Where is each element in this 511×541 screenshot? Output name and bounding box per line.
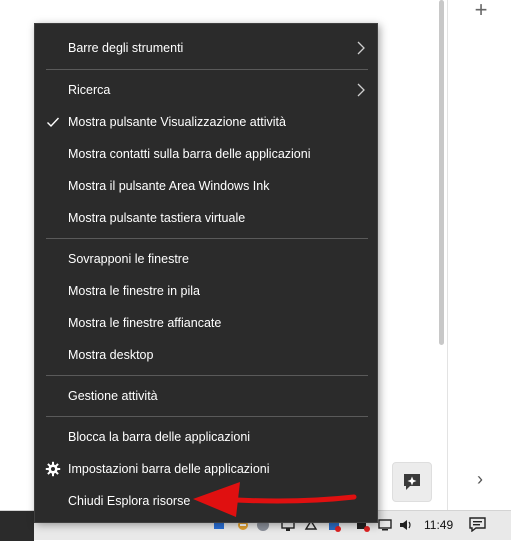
- menu-item-search[interactable]: Ricerca: [35, 74, 377, 106]
- menu-item-show-desktop[interactable]: Mostra desktop: [35, 339, 377, 371]
- menu-separator: [46, 416, 368, 417]
- menu-item-label: Mostra pulsante Visualizzazione attività: [68, 115, 286, 129]
- checkmark-icon: [47, 117, 60, 128]
- volume-icon[interactable]: [399, 518, 413, 532]
- plus-icon[interactable]: +: [470, 0, 492, 22]
- notification-center-icon[interactable]: [469, 517, 486, 532]
- menu-item-label: Sovrapponi le finestre: [68, 252, 189, 266]
- menu-separator: [46, 238, 368, 239]
- taskbar-clock[interactable]: 11:49: [424, 518, 453, 532]
- menu-item-label: Gestione attività: [68, 389, 158, 403]
- menu-item-stack-windows[interactable]: Mostra le finestre in pila: [35, 275, 377, 307]
- menu-item-label: Mostra contatti sulla barra delle applic…: [68, 147, 311, 161]
- menu-item-label: Mostra le finestre affiancate: [68, 316, 222, 330]
- menu-item-label: Blocca la barra delle applicazioni: [68, 430, 251, 444]
- sparkle-chat-icon: [404, 474, 420, 490]
- menu-item-contacts[interactable]: Mostra contatti sulla barra delle applic…: [35, 138, 377, 170]
- menu-item-windows-ink[interactable]: Mostra il pulsante Area Windows Ink: [35, 170, 377, 202]
- display-icon[interactable]: [378, 518, 392, 532]
- menu-item-label: Mostra desktop: [68, 348, 154, 362]
- menu-item-label: Impostazioni barra delle applicazioni: [68, 462, 270, 476]
- menu-item-label: Barre degli strumenti: [68, 41, 184, 55]
- menu-item-side-by-side[interactable]: Mostra le finestre affiancate: [35, 307, 377, 339]
- menu-item-label: Mostra il pulsante Area Windows Ink: [68, 179, 270, 193]
- menu-item-cascade-windows[interactable]: Sovrapponi le finestre: [35, 243, 377, 275]
- assist-button[interactable]: [392, 462, 432, 502]
- menu-item-label: Mostra le finestre in pila: [68, 284, 201, 298]
- gear-icon: [45, 461, 61, 477]
- right-panel: [448, 0, 511, 510]
- chevron-right-icon: [357, 83, 365, 97]
- start-button[interactable]: [0, 511, 34, 541]
- taskbar-context-menu: Barre degli strumenti Ricerca Mostra pul…: [34, 23, 378, 523]
- menu-item-label: Ricerca: [68, 83, 111, 97]
- menu-item-lock-taskbar[interactable]: Blocca la barra delle applicazioni: [35, 421, 377, 453]
- menu-item-taskbar-settings[interactable]: Impostazioni barra delle applicazioni: [35, 453, 377, 485]
- scrollbar-thumb[interactable]: [439, 0, 444, 345]
- menu-item-touch-keyboard[interactable]: Mostra pulsante tastiera virtuale: [35, 202, 377, 234]
- menu-item-task-manager[interactable]: Gestione attività: [35, 380, 377, 412]
- chevron-right-icon[interactable]: ›: [472, 468, 488, 490]
- menu-item-label: Chiudi Esplora risorse: [68, 494, 191, 508]
- menu-item-task-view[interactable]: Mostra pulsante Visualizzazione attività: [35, 106, 377, 138]
- menu-separator: [46, 69, 368, 70]
- menu-item-toolbars[interactable]: Barre degli strumenti: [35, 32, 377, 64]
- menu-item-label: Mostra pulsante tastiera virtuale: [68, 211, 246, 225]
- chevron-right-icon: [357, 41, 365, 55]
- menu-item-exit-explorer[interactable]: Chiudi Esplora risorse: [35, 485, 377, 517]
- menu-separator: [46, 375, 368, 376]
